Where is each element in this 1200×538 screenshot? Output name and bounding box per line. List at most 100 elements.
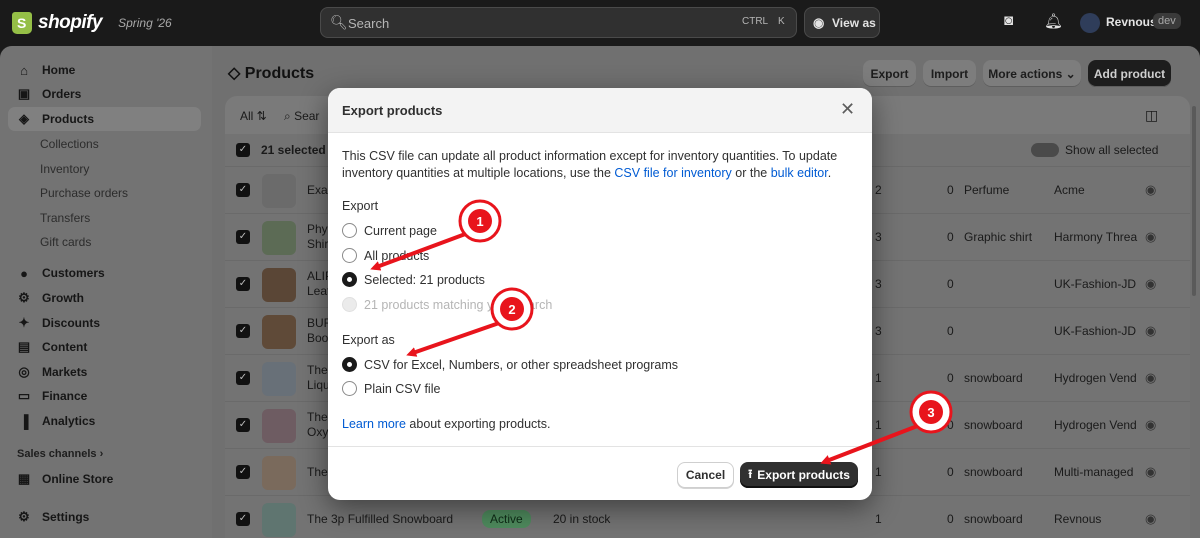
chevron-right-icon: › [99,448,104,460]
row-checkbox[interactable]: ✓ [236,277,250,291]
row-checkbox[interactable]: ✓ [236,418,250,432]
store-icon: ▦ [17,471,31,486]
radio-all-products[interactable]: All products [342,248,429,263]
radio-circle [342,297,357,312]
tag-icon: ◈ [19,111,29,126]
analytics-icon: ▐ [19,413,29,429]
view-as-label: View as [832,16,876,30]
product-title[interactable]: The [307,465,328,479]
sidebar-item-settings[interactable]: ⚙ Settings [8,505,201,529]
sidebar-sub-transfers[interactable]: Transfers [40,211,90,225]
product-thumbnail [262,503,296,537]
cancel-button[interactable]: Cancel [677,462,734,488]
sidebar-item-customers[interactable]: ● Customers [8,261,201,285]
shopify-logo[interactable]: shopify Spring '26 [12,12,172,34]
radio-circle [342,248,357,263]
eye-icon[interactable]: ◉ [1145,464,1156,480]
filter-tab-all[interactable]: All ⇅ [240,109,267,123]
table-row[interactable]: ✓ The 3p Fulfilled Snowboard Active 20 i… [225,495,1190,538]
sidebar-item-label: Markets [42,365,88,379]
gear-icon: ⚙ [18,509,30,524]
sidebar-item-products[interactable]: ◈ Products [8,107,201,131]
select-all-checkbox[interactable]: ✓ [236,143,250,157]
cell-count: 1 [875,512,882,526]
radio-selected-products[interactable]: Selected: 21 products [342,272,485,287]
bell-icon[interactable]: 🔔︎ [1044,12,1063,30]
eye-icon[interactable]: ◉ [1145,511,1156,527]
export-section-label: Export [342,199,379,213]
export-button[interactable]: Export [863,60,916,87]
more-actions-button[interactable]: More actions ⌄ [983,60,1081,87]
cell-count: 0 [947,277,954,291]
product-thumbnail [262,362,296,396]
product-vendor: Harmony Threa [1054,230,1138,244]
product-vendor: UK-Fashion-JD [1054,277,1137,291]
product-title[interactable]: The 3p Fulfilled Snowboard [307,512,453,526]
sidebar-item-home[interactable]: ⌂ Home [8,58,201,82]
sidebar-sub-purchase-orders[interactable]: Purchase orders [40,186,128,200]
row-checkbox[interactable]: ✓ [236,512,250,526]
eye-icon[interactable]: ◉ [1145,276,1156,292]
sidebar-item-analytics[interactable]: ▐ Analytics [8,409,201,433]
sidebar-item-orders[interactable]: ▣ Orders [8,82,201,106]
sidebar-item-discounts[interactable]: ✦ Discounts [8,311,201,335]
radio-label: Plain CSV file [364,381,441,396]
sales-channels-heading[interactable]: Sales channels › [17,448,103,460]
product-title[interactable]: Phy [307,222,328,236]
eye-icon[interactable]: ◉ [1145,323,1156,339]
radio-current-page[interactable]: Current page [342,223,437,238]
row-checkbox[interactable]: ✓ [236,324,250,338]
product-title-line2: Leat [307,284,331,298]
csv-inventory-link[interactable]: CSV file for inventory [614,166,731,180]
row-checkbox[interactable]: ✓ [236,230,250,244]
radio-circle [342,381,357,396]
learn-more-link[interactable]: Learn more [342,417,406,431]
assistant-icon[interactable]: ◙ [1004,12,1013,29]
description-text: or the [731,166,771,180]
row-checkbox[interactable]: ✓ [236,371,250,385]
sidebar-item-finance[interactable]: ▭ Finance [8,384,201,408]
sidebar-item-content[interactable]: ▤ Content [8,335,201,359]
eye-icon[interactable]: ◉ [1145,417,1156,433]
search-input[interactable]: 🔍︎ Search CTRL K [320,7,797,38]
top-bar: shopify Spring '26 🔍︎ Search CTRL K ◉ Vi… [0,0,1200,46]
cell-count: 0 [947,465,954,479]
sidebar-sub-collections[interactable]: Collections [40,137,99,151]
sidebar-item-markets[interactable]: ◎ Markets [8,360,201,384]
eye-icon[interactable]: ◉ [1145,182,1156,198]
radio-circle [342,272,357,287]
show-all-selected-label: Show all selected [1065,143,1159,157]
sidebar-item-online-store[interactable]: ▦ Online Store [8,467,201,491]
bulk-editor-link[interactable]: bulk editor [771,166,828,180]
product-vendor: Multi-managed [1054,465,1134,479]
finance-icon: ▭ [17,388,31,403]
show-all-selected-toggle[interactable] [1031,143,1059,157]
sidebar-item-growth[interactable]: ⚙ Growth [8,286,201,310]
eye-icon[interactable]: ◉ [1145,370,1156,386]
cell-count: 3 [875,324,882,338]
product-type: snowboard [964,465,1023,479]
export-products-button[interactable]: ⭱ Export products [740,462,858,488]
radio-csv-excel[interactable]: CSV for Excel, Numbers, or other spreads… [342,357,678,372]
import-button[interactable]: Import [923,60,976,87]
radio-plain-csv[interactable]: Plain CSV file [342,381,440,396]
list-search[interactable]: ⌕ Sear [284,109,319,124]
product-type: snowboard [964,512,1023,526]
user-name[interactable]: Revnous [1106,15,1157,29]
columns-icon[interactable]: ◫ [1145,107,1158,124]
sidebar-sub-inventory[interactable]: Inventory [40,162,89,176]
close-icon[interactable]: ✕ [840,100,855,118]
product-title[interactable]: The [307,410,328,424]
page-scrollbar[interactable] [1192,106,1196,296]
avatar[interactable] [1080,13,1100,33]
view-as-button[interactable]: ◉ View as [804,7,880,38]
search-icon: 🔍︎ [330,14,348,30]
eye-icon[interactable]: ◉ [1145,229,1156,245]
sidebar-sub-gift-cards[interactable]: Gift cards [40,235,91,249]
product-title[interactable]: Exa [307,183,328,197]
person-icon: ● [20,265,28,281]
product-title[interactable]: The [307,363,328,377]
add-product-button[interactable]: Add product [1088,60,1171,87]
row-checkbox[interactable]: ✓ [236,465,250,479]
row-checkbox[interactable]: ✓ [236,183,250,197]
